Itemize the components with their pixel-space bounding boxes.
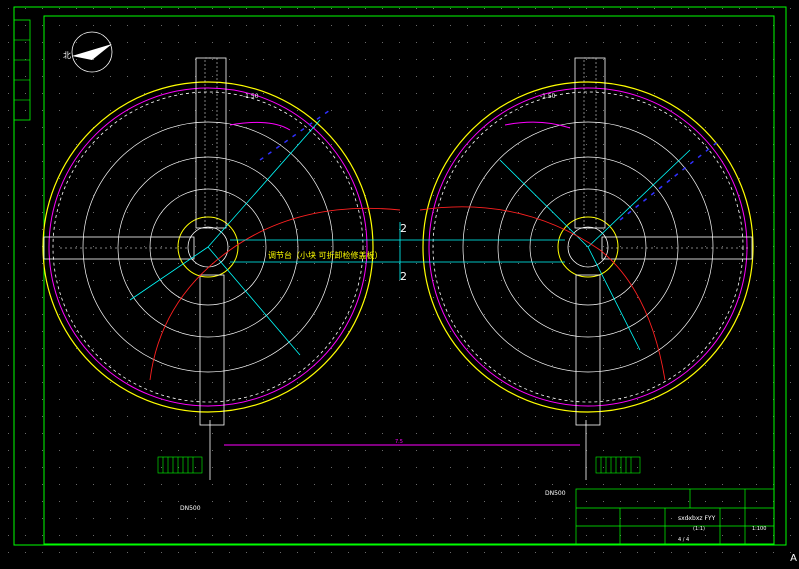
title-block-sub: (1:1) bbox=[693, 526, 705, 532]
drawing-stage: 北 调节台（小块 可折卸检修盖板） 2 2 DN500 DN500 -1.50 … bbox=[0, 0, 799, 565]
walkway-label: 调节台（小块 可折卸检修盖板） bbox=[268, 250, 383, 260]
cad-drawing: 北 调节台（小块 可折卸检修盖板） 2 2 DN500 DN500 -1.50 … bbox=[0, 0, 799, 565]
pipe-label-right: DN500 bbox=[545, 490, 566, 497]
corner-mark: A bbox=[790, 553, 797, 564]
elevation-left: -1.50 bbox=[243, 93, 259, 100]
title-block-sheet: 4 / 4 bbox=[678, 537, 689, 543]
title-block-scale: 1:100 bbox=[752, 526, 766, 532]
mid-dimension: 7.5 bbox=[395, 439, 403, 445]
svg-text:北: 北 bbox=[63, 51, 71, 60]
title-block-name: sxdxbxz FYY bbox=[678, 515, 716, 522]
pipe-label-left: DN500 bbox=[180, 505, 201, 512]
section-mark-bottom: 2 bbox=[400, 270, 407, 283]
section-mark-top: 2 bbox=[400, 222, 407, 235]
elevation-right: -1.50 bbox=[540, 93, 556, 100]
